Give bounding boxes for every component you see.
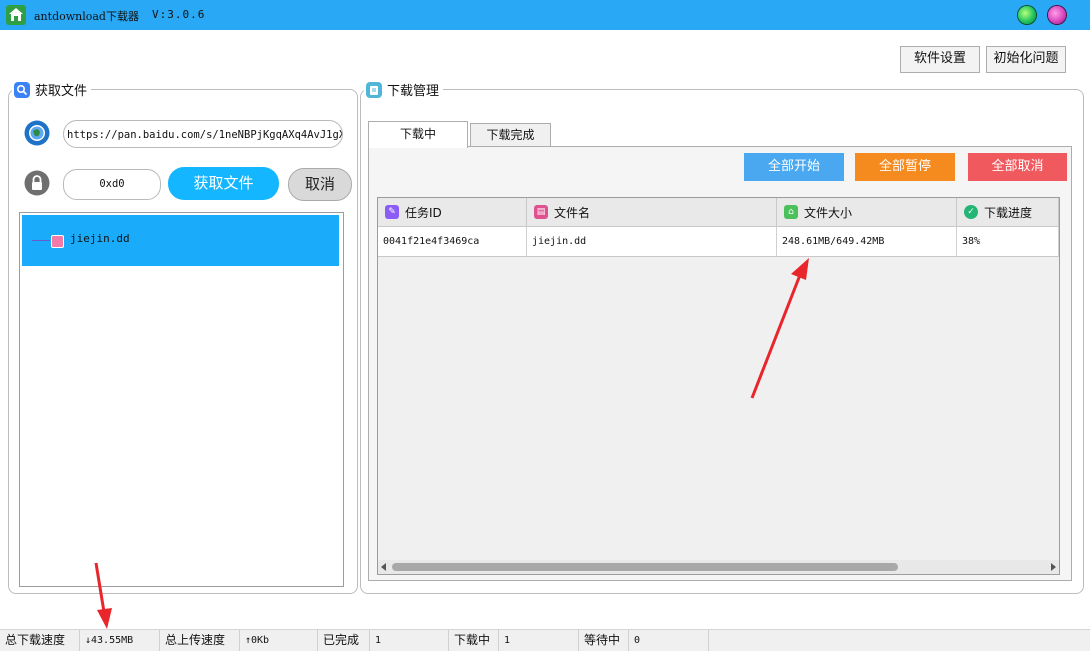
house-cart-icon bbox=[6, 5, 26, 25]
fetch-file-group-title: 获取文件 bbox=[12, 80, 92, 99]
lock-icon bbox=[24, 170, 50, 196]
file-icon: ▤ bbox=[534, 205, 548, 219]
search-icon bbox=[14, 81, 30, 98]
scrollbar-thumb[interactable] bbox=[392, 563, 898, 571]
fetch-file-title: 获取文件 bbox=[35, 84, 88, 99]
horizontal-scrollbar[interactable] bbox=[378, 560, 1059, 574]
status-up-speed-label: 总上传速度 bbox=[160, 630, 240, 651]
check-icon: ✓ bbox=[964, 205, 978, 219]
init-issue-button[interactable]: 初始化问题 bbox=[986, 46, 1066, 73]
status-dot-green[interactable] bbox=[1018, 6, 1036, 24]
status-downloading-value: 1 bbox=[499, 630, 579, 651]
file-tree[interactable]: jiejin.dd bbox=[19, 212, 344, 587]
status-done-value: 1 bbox=[370, 630, 449, 651]
column-header-file-name[interactable]: ▤ 文件名 bbox=[527, 198, 777, 226]
title-bar: antdownload下载器 V:3.0.6 bbox=[0, 0, 1090, 30]
download-manage-title: 下载管理 bbox=[387, 84, 440, 99]
tree-item-label: jiejin.dd bbox=[70, 232, 130, 245]
column-header-task-id[interactable]: ✎ 任务ID bbox=[378, 198, 527, 226]
cell-file-name: jiejin.dd bbox=[527, 227, 777, 256]
pause-all-button[interactable]: 全部暂停 bbox=[855, 153, 955, 181]
table-row[interactable]: 0041f21e4f3469ca jiejin.dd 248.61MB/649.… bbox=[378, 227, 1059, 257]
tab-downloaded[interactable]: 下载完成 bbox=[470, 123, 551, 146]
status-down-speed-label: 总下载速度 bbox=[0, 630, 80, 651]
status-done-label: 已完成 bbox=[318, 630, 370, 651]
status-waiting-label: 等待中 bbox=[579, 630, 629, 651]
table-header: ✎ 任务ID ▤ 文件名 ⌂ 文件大小 ✓ 下载进度 bbox=[378, 198, 1059, 227]
status-dot-pink[interactable] bbox=[1048, 6, 1066, 24]
software-settings-button[interactable]: 软件设置 bbox=[900, 46, 980, 73]
status-down-speed-value: ↓43.55MB bbox=[80, 630, 160, 651]
tree-item[interactable]: jiejin.dd bbox=[22, 215, 339, 266]
cell-task-id: 0041f21e4f3469ca bbox=[378, 227, 527, 256]
file-icon bbox=[51, 235, 64, 248]
cancel-button[interactable]: 取消 bbox=[288, 168, 352, 201]
clipboard-icon bbox=[366, 81, 382, 98]
download-manage-group-title: 下载管理 bbox=[364, 80, 444, 99]
app-version: V:3.0.6 bbox=[152, 8, 206, 21]
scroll-right-icon[interactable] bbox=[1051, 563, 1056, 571]
edit-icon: ✎ bbox=[385, 205, 399, 219]
app-title: antdownload下载器 bbox=[34, 10, 139, 23]
tree-connector bbox=[32, 240, 50, 241]
extract-code-input[interactable]: 0xd0 bbox=[63, 169, 161, 200]
status-up-speed-value: ↑0Kb bbox=[240, 630, 318, 651]
status-bar: 总下载速度 ↓43.55MB 总上传速度 ↑0Kb 已完成 1 下载中 1 等待… bbox=[0, 629, 1090, 651]
scroll-left-icon[interactable] bbox=[381, 563, 386, 571]
download-table[interactable]: ✎ 任务ID ▤ 文件名 ⌂ 文件大小 ✓ 下载进度 0041f21e4f346… bbox=[377, 197, 1060, 575]
drive-icon: ⌂ bbox=[784, 205, 798, 219]
status-waiting-value: 0 bbox=[629, 630, 709, 651]
column-header-file-size[interactable]: ⌂ 文件大小 bbox=[777, 198, 957, 226]
fetch-file-button[interactable]: 获取文件 bbox=[168, 167, 279, 200]
cancel-all-button[interactable]: 全部取消 bbox=[968, 153, 1067, 181]
column-header-progress[interactable]: ✓ 下载进度 bbox=[957, 198, 1059, 226]
cell-file-size: 248.61MB/649.42MB bbox=[777, 227, 957, 256]
cell-progress: 38% bbox=[957, 227, 1059, 256]
start-all-button[interactable]: 全部开始 bbox=[744, 153, 844, 181]
tab-downloading[interactable]: 下载中 bbox=[368, 121, 468, 148]
globe-icon bbox=[24, 120, 50, 146]
share-url-input[interactable]: https://pan.baidu.com/s/1neNBPjKgqAXq4Av… bbox=[63, 120, 343, 148]
status-downloading-label: 下载中 bbox=[449, 630, 499, 651]
